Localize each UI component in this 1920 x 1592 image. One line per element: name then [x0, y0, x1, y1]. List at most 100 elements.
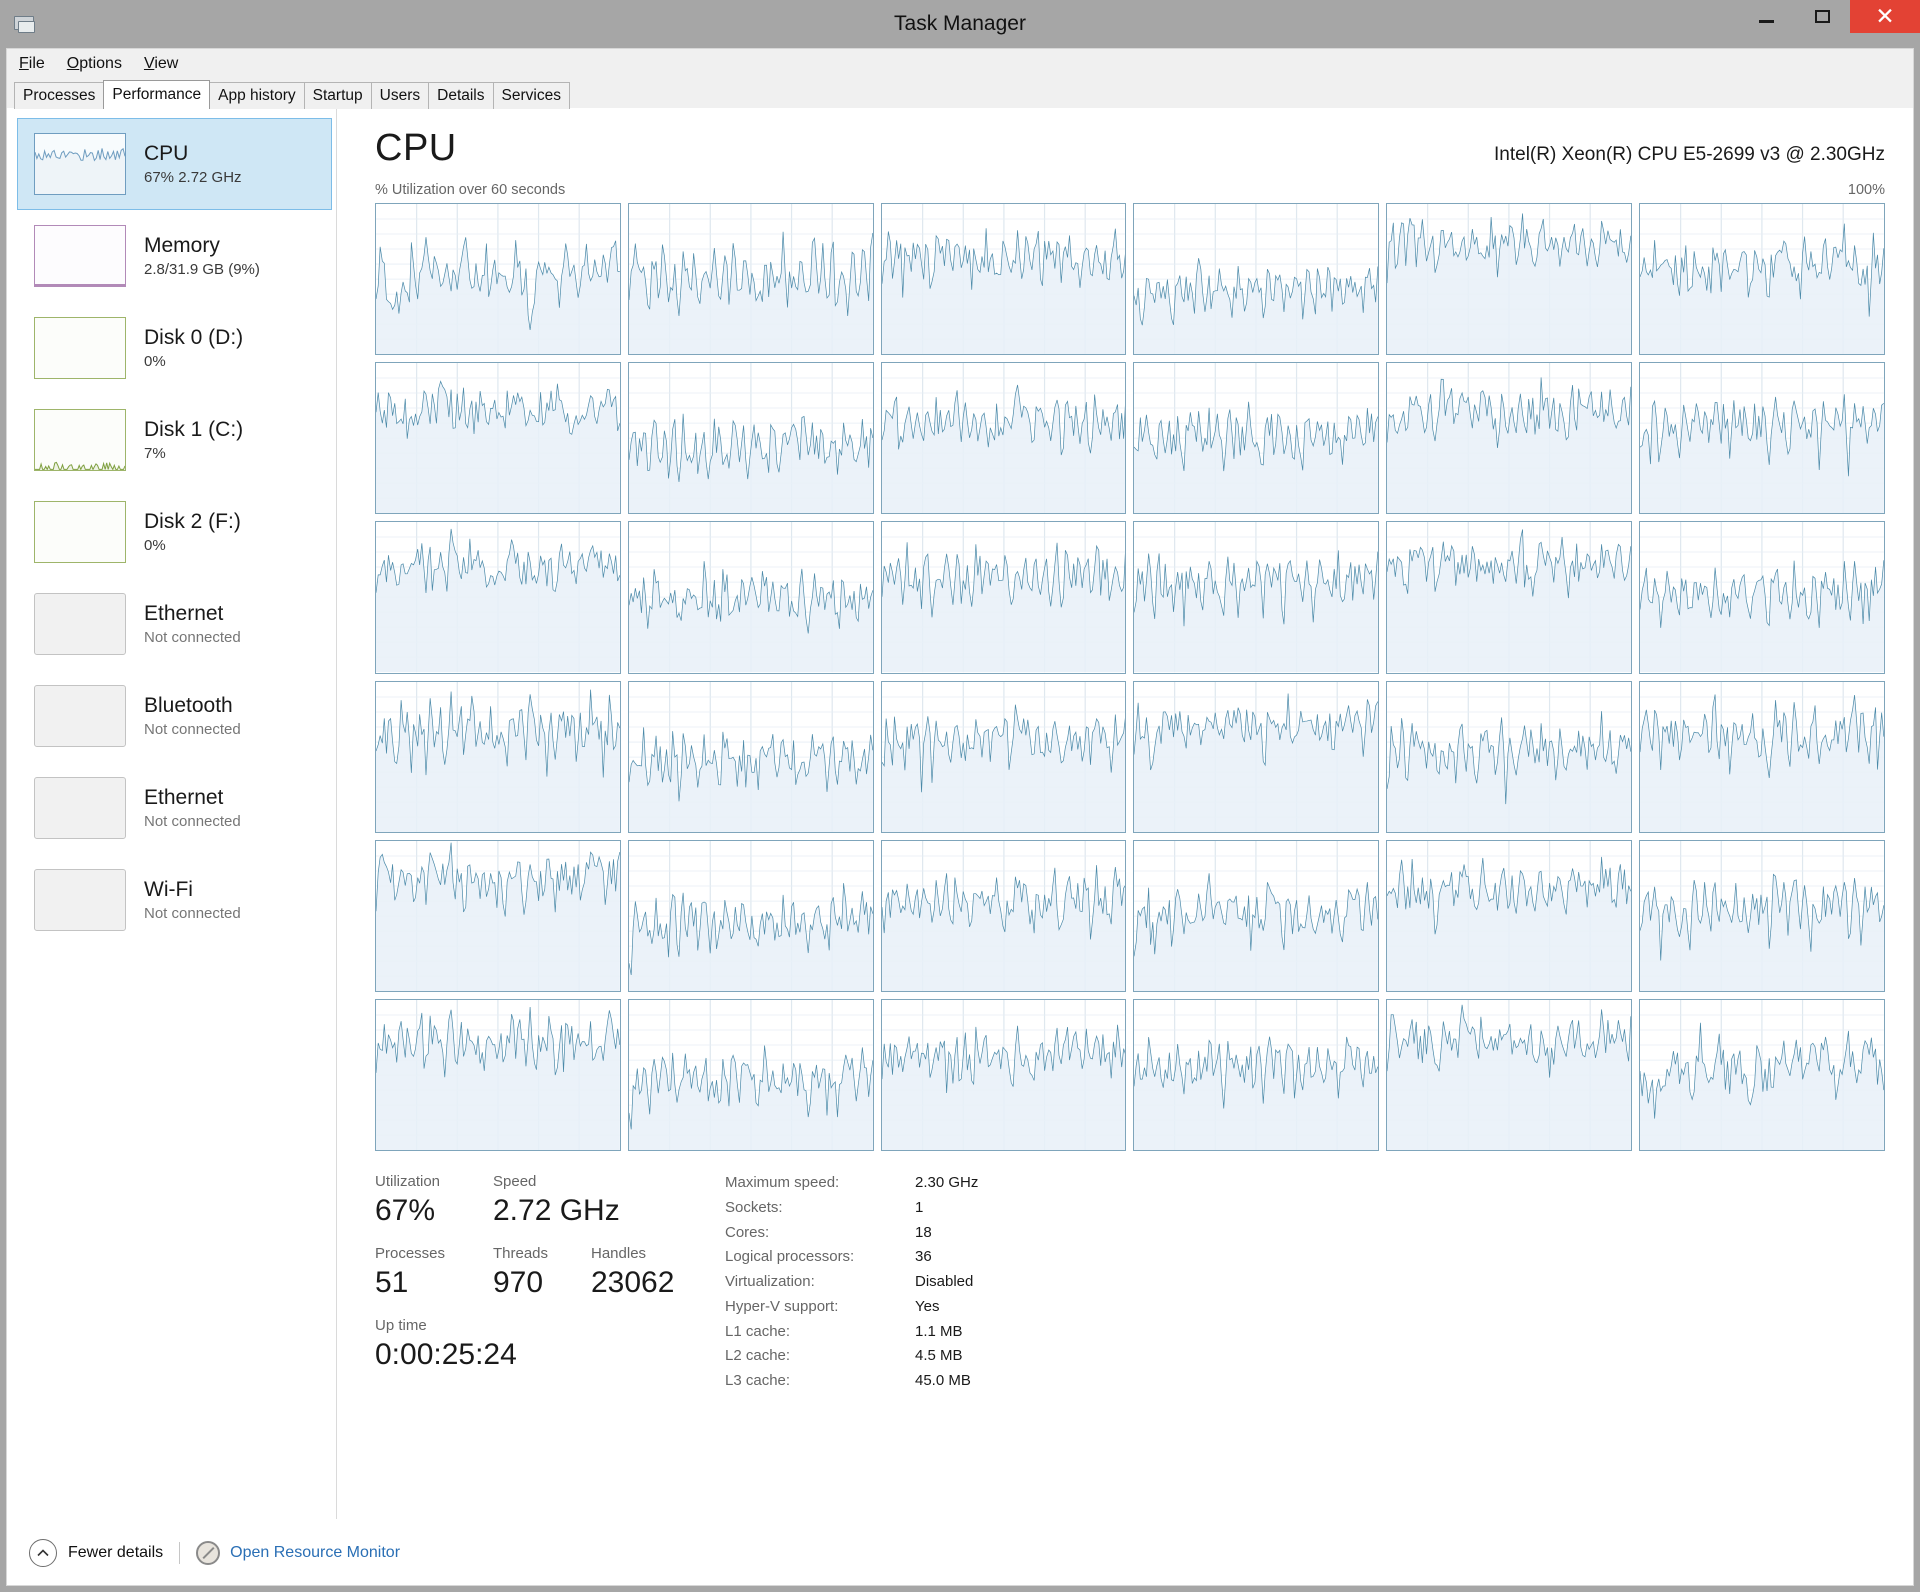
core-graph-20[interactable] [881, 681, 1127, 833]
detail-value: 45.0 MB [915, 1369, 971, 1394]
sidebar-item-sublabel: 2.8/31.9 GB (9%) [144, 261, 260, 278]
sidebar-item-memory[interactable]: Memory 2.8/31.9 GB (9%) [17, 210, 332, 302]
open-resource-monitor-button[interactable]: Open Resource Monitor [196, 1541, 400, 1565]
core-graph-25[interactable] [628, 840, 874, 992]
core-graph-0[interactable] [375, 203, 621, 355]
title-bar: Task Manager ✕ [0, 0, 1920, 48]
tab-processes[interactable]: Processes [14, 82, 104, 109]
sidebar-item-text: EthernetNot connected [144, 786, 241, 830]
core-graph-8[interactable] [881, 362, 1127, 514]
core-graph-4[interactable] [1386, 203, 1632, 355]
core-graph-33[interactable] [1133, 999, 1379, 1151]
detail-label: L3 cache: [725, 1369, 915, 1394]
uptime-value: 0:00:25:24 [375, 1336, 695, 1374]
fewer-details-button[interactable]: Fewer details [29, 1539, 163, 1567]
sidebar-item-wi-fi[interactable]: Wi-FiNot connected [17, 854, 332, 946]
maximize-button[interactable] [1794, 0, 1850, 33]
task-manager-window: Task Manager ✕ File Options View Process… [0, 0, 1920, 1592]
stat-uptime: Up time 0:00:25:24 [375, 1315, 695, 1373]
tab-users[interactable]: Users [371, 82, 429, 109]
core-graph-28[interactable] [1386, 840, 1632, 992]
core-graph-16[interactable] [1386, 521, 1632, 673]
core-graph-27[interactable] [1133, 840, 1379, 992]
core-graph-26[interactable] [881, 840, 1127, 992]
graph-max-label: 100% [1848, 182, 1885, 198]
core-graph-34[interactable] [1386, 999, 1632, 1151]
threads-label: Threads [493, 1243, 591, 1266]
sidebar-item-disk-1-c[interactable]: Disk 1 (C:)7% [17, 394, 332, 486]
core-graph-14[interactable] [881, 521, 1127, 673]
sidebar-item-sublabel: Not connected [144, 905, 241, 922]
fewer-details-label: Fewer details [68, 1544, 163, 1562]
chevron-up-icon [29, 1539, 57, 1567]
core-graph-15[interactable] [1133, 521, 1379, 673]
stat-speed: Speed 2.72 GHz [493, 1171, 620, 1229]
core-graph-3[interactable] [1133, 203, 1379, 355]
sidebar-item-bluetooth[interactable]: BluetoothNot connected [17, 670, 332, 762]
stat-utilization: Utilization 67% [375, 1171, 493, 1229]
menu-file[interactable]: File [19, 55, 45, 73]
core-graph-18[interactable] [375, 681, 621, 833]
sidebar-item-sublabel: 0% [144, 537, 241, 554]
tab-app-history[interactable]: App history [209, 82, 305, 109]
resource-monitor-icon [196, 1541, 220, 1565]
sidebar-item-sublabel: Not connected [144, 813, 241, 830]
sidebar-mini-graph [34, 685, 126, 747]
core-graph-10[interactable] [1386, 362, 1632, 514]
core-graph-12[interactable] [375, 521, 621, 673]
tab-services[interactable]: Services [493, 82, 570, 109]
core-graph-29[interactable] [1639, 840, 1885, 992]
core-graph-24[interactable] [375, 840, 621, 992]
detail-row: L2 cache:4.5 MB [725, 1344, 978, 1369]
close-button[interactable]: ✕ [1850, 0, 1920, 33]
menu-view[interactable]: View [144, 55, 178, 73]
sidebar-item-cpu[interactable]: CPU67% 2.72 GHz [17, 118, 332, 210]
sidebar-item-sublabel: 7% [144, 445, 243, 462]
stats-details: Maximum speed:2.30 GHzSockets:1Cores:18L… [725, 1171, 978, 1394]
sidebar-item-label: Memory [144, 234, 260, 258]
page-title: CPU [375, 127, 457, 170]
core-graph-9[interactable] [1133, 362, 1379, 514]
threads-value: 970 [493, 1264, 591, 1302]
sidebar-item-text: CPU67% 2.72 GHz [144, 142, 242, 186]
utilization-axis-label: % Utilization over 60 seconds [375, 182, 565, 198]
sidebar-item-disk-2-f[interactable]: Disk 2 (F:)0% [17, 486, 332, 578]
core-graph-32[interactable] [881, 999, 1127, 1151]
menu-options[interactable]: Options [67, 55, 122, 73]
detail-row: Sockets:1 [725, 1196, 978, 1221]
core-graph-5[interactable] [1639, 203, 1885, 355]
maximize-icon [1815, 10, 1830, 23]
minimize-button[interactable] [1738, 0, 1794, 33]
open-resource-monitor-label: Open Resource Monitor [230, 1544, 400, 1562]
task-manager-icon [12, 14, 38, 36]
sidebar-item-label: Ethernet [144, 602, 241, 626]
core-graph-35[interactable] [1639, 999, 1885, 1151]
resource-sidebar[interactable]: CPU67% 2.72 GHz Memory 2.8/31.9 GB (9%) Dis… [7, 109, 337, 1519]
core-graph-17[interactable] [1639, 521, 1885, 673]
core-graph-22[interactable] [1386, 681, 1632, 833]
core-graph-2[interactable] [881, 203, 1127, 355]
core-graph-30[interactable] [375, 999, 621, 1151]
core-graph-7[interactable] [628, 362, 874, 514]
tab-startup[interactable]: Startup [304, 82, 372, 109]
core-graph-31[interactable] [628, 999, 874, 1151]
client-area: File Options View ProcessesPerformanceAp… [6, 48, 1914, 1586]
core-graph-19[interactable] [628, 681, 874, 833]
body-area: CPU67% 2.72 GHz Memory 2.8/31.9 GB (9%) Dis… [7, 109, 1913, 1519]
sidebar-item-disk-0-d[interactable]: Disk 0 (D:)0% [17, 302, 332, 394]
window-title: Task Manager [0, 0, 1920, 48]
logical-processor-grid[interactable] [375, 203, 1885, 1151]
sidebar-item-text: Disk 1 (C:)7% [144, 418, 243, 462]
detail-row: L3 cache:45.0 MB [725, 1369, 978, 1394]
core-graph-1[interactable] [628, 203, 874, 355]
core-graph-6[interactable] [375, 362, 621, 514]
core-graph-23[interactable] [1639, 681, 1885, 833]
tab-details[interactable]: Details [428, 82, 493, 109]
core-graph-21[interactable] [1133, 681, 1379, 833]
core-graph-13[interactable] [628, 521, 874, 673]
sidebar-item-ethernet[interactable]: EthernetNot connected [17, 578, 332, 670]
sidebar-item-ethernet[interactable]: EthernetNot connected [17, 762, 332, 854]
core-graph-11[interactable] [1639, 362, 1885, 514]
tab-performance[interactable]: Performance [103, 80, 210, 109]
sidebar-item-sublabel: Not connected [144, 721, 241, 738]
